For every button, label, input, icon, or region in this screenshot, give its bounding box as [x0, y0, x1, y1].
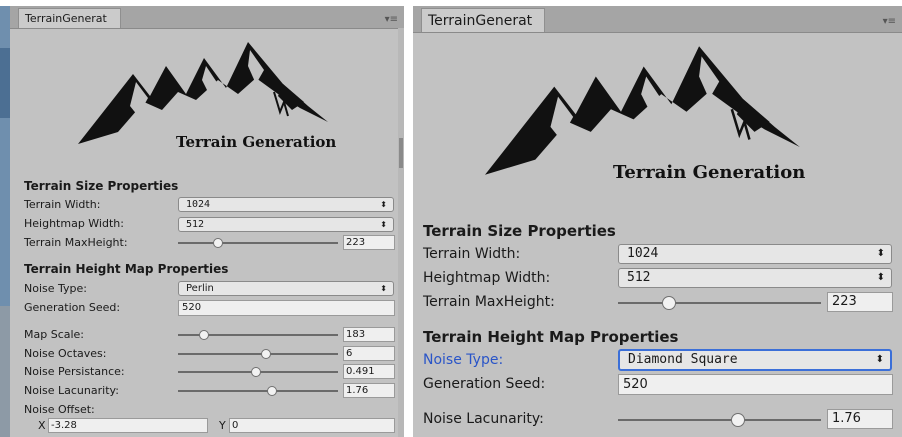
- field-lacunarity-value[interactable]: 1.76: [827, 409, 893, 429]
- tab-bar: TerrainGenerat ▾≡: [10, 6, 404, 29]
- scrollbar[interactable]: [398, 28, 404, 437]
- tab-terrain-generator[interactable]: TerrainGenerat: [421, 8, 545, 32]
- scrollbar-thumb[interactable]: [399, 138, 403, 168]
- slider-thumb-maxheight[interactable]: [213, 238, 223, 248]
- panel-inner: TerrainGenerat ▾≡ Terrain Generation Ter…: [413, 6, 902, 437]
- label-offset-y: Y: [219, 419, 226, 432]
- label-noise-persistance: Noise Persistance:: [24, 365, 125, 378]
- scene-view-strip: [0, 6, 10, 437]
- slider-track-lacunarity[interactable]: [618, 419, 821, 421]
- inspector-panel-left: TerrainGenerat ▾≡ Terrain Generation Ter…: [0, 6, 404, 437]
- updown-arrow-icon: ⬍: [876, 248, 885, 259]
- section-title-size: Terrain Size Properties: [24, 179, 179, 193]
- updown-arrow-icon: ⬍: [380, 200, 387, 209]
- dropdown-value: 1024: [186, 199, 211, 210]
- panel-inner: TerrainGenerat ▾≡ Terrain Generation Ter…: [10, 6, 404, 437]
- label-noise-type: Noise Type:: [423, 352, 504, 368]
- label-heightmap-width: Heightmap Width:: [423, 270, 551, 286]
- slider-thumb-octaves[interactable]: [261, 349, 271, 359]
- dropdown-terrain-width[interactable]: 1024 ⬍: [618, 244, 892, 264]
- label-noise-offset: Noise Offset:: [24, 403, 95, 416]
- dropdown-value: 1024: [627, 246, 659, 261]
- section-title-size: Terrain Size Properties: [423, 222, 616, 240]
- dropdown-noise-type[interactable]: Perlin ⬍: [178, 281, 394, 296]
- logo-title: Terrain Generation: [176, 133, 337, 151]
- label-offset-x: X: [38, 419, 46, 432]
- field-generation-seed[interactable]: 520: [618, 374, 893, 395]
- field-maxheight-value[interactable]: 223: [343, 235, 395, 250]
- inspector-panel-right: TerrainGenerat ▾≡ Terrain Generation Ter…: [413, 6, 902, 437]
- label-noise-lacunarity: Noise Lacunarity:: [423, 411, 544, 427]
- dropdown-value: Perlin: [186, 283, 214, 294]
- field-lacunarity-value[interactable]: 1.76: [343, 383, 395, 398]
- dropdown-terrain-width[interactable]: 1024 ⬍: [178, 197, 394, 212]
- slider-track-maxheight[interactable]: [618, 302, 821, 304]
- slider-thumb-lacunarity[interactable]: [730, 413, 745, 427]
- section-title-heightmap: Terrain Height Map Properties: [24, 262, 229, 276]
- tab-bar: TerrainGenerat ▾≡: [413, 6, 902, 33]
- field-map-scale-value[interactable]: 183: [343, 327, 395, 342]
- dropdown-heightmap-width[interactable]: 512 ⬍: [618, 268, 892, 288]
- dropdown-noise-type[interactable]: Diamond Square ⬍: [618, 349, 892, 371]
- slider-thumb-maxheight[interactable]: [661, 296, 676, 310]
- updown-arrow-icon: ⬍: [876, 272, 885, 283]
- dropdown-value: Diamond Square: [628, 352, 738, 367]
- field-offset-x[interactable]: -3.28: [48, 418, 208, 433]
- updown-arrow-icon: ⬍: [875, 354, 884, 365]
- label-terrain-width: Terrain Width:: [423, 246, 521, 262]
- mountains-logo-icon: [78, 42, 328, 144]
- field-generation-seed[interactable]: 520: [178, 300, 395, 316]
- field-offset-y[interactable]: 0: [229, 418, 395, 433]
- dropdown-heightmap-width[interactable]: 512 ⬍: [178, 217, 394, 232]
- field-maxheight-value[interactable]: 223: [827, 292, 893, 312]
- label-map-scale: Map Scale:: [24, 328, 85, 341]
- dropdown-value: 512: [627, 270, 651, 285]
- slider-thumb-persistance[interactable]: [251, 367, 262, 377]
- label-heightmap-width: Heightmap Width:: [24, 217, 124, 230]
- logo-title: Terrain Generation: [613, 162, 806, 183]
- label-noise-type: Noise Type:: [24, 282, 87, 295]
- slider-thumb-map-scale[interactable]: [198, 330, 209, 340]
- slider-track-octaves[interactable]: [178, 353, 338, 355]
- updown-arrow-icon: ⬍: [380, 220, 387, 229]
- dropdown-value: 512: [186, 219, 205, 230]
- label-terrain-width: Terrain Width:: [24, 198, 101, 211]
- field-persistance-value[interactable]: 0.491: [343, 364, 395, 379]
- label-generation-seed: Generation Seed:: [423, 376, 546, 392]
- updown-arrow-icon: ⬍: [380, 284, 387, 293]
- label-noise-octaves: Noise Octaves:: [24, 347, 107, 360]
- slider-thumb-lacunarity[interactable]: [267, 386, 278, 396]
- slider-track-lacunarity[interactable]: [178, 390, 338, 392]
- panel-menu-icon[interactable]: ▾≡: [883, 16, 896, 27]
- label-generation-seed: Generation Seed:: [24, 301, 121, 314]
- label-terrain-maxheight: Terrain MaxHeight:: [423, 294, 555, 310]
- mountains-logo-icon: [485, 46, 800, 175]
- tab-terrain-generator[interactable]: TerrainGenerat: [18, 8, 121, 28]
- slider-track-maxheight[interactable]: [178, 242, 338, 244]
- panel-menu-icon[interactable]: ▾≡: [385, 14, 398, 25]
- label-noise-lacunarity: Noise Lacunarity:: [24, 384, 119, 397]
- label-terrain-maxheight: Terrain MaxHeight:: [24, 236, 128, 249]
- section-title-heightmap: Terrain Height Map Properties: [423, 328, 679, 346]
- field-octaves-value[interactable]: 6: [343, 346, 395, 361]
